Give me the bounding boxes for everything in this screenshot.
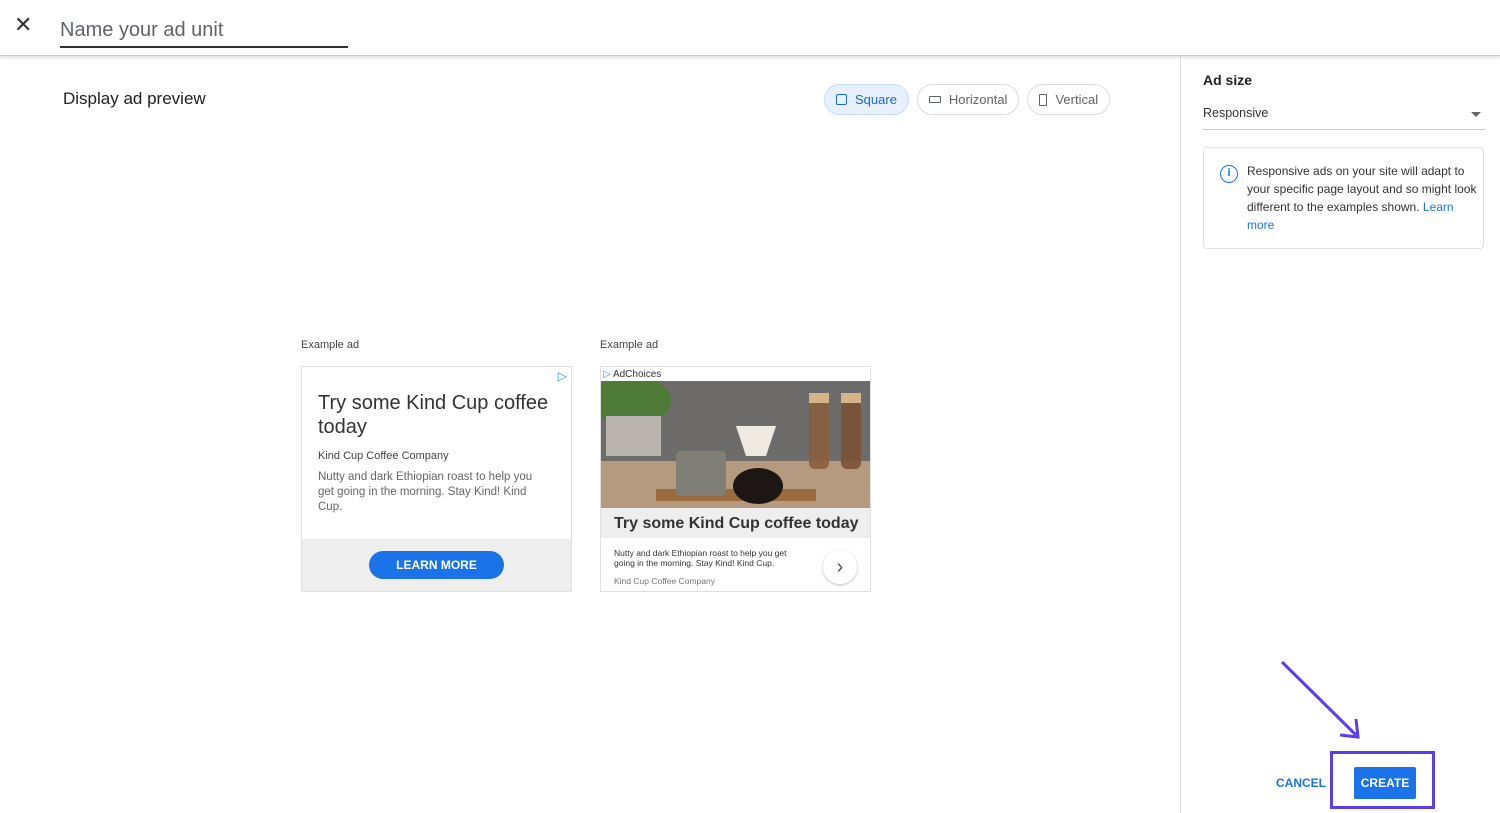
dropdown-arrow-icon [1471, 112, 1481, 117]
ad-unit-name-input[interactable] [60, 14, 348, 48]
ad-company: Kind Cup Coffee Company [614, 576, 715, 586]
horizontal-chip[interactable]: Horizontal [917, 84, 1020, 115]
example-ad-image: ▷ AdChoices Try some Kind Cup coffee tod… [600, 366, 871, 592]
ad-headline: Try some Kind Cup coffee today [601, 508, 871, 538]
ad-company: Kind Cup Coffee Company [318, 450, 449, 462]
adchoices-icon: ▷ [603, 369, 611, 380]
ad-size-value: Responsive [1203, 106, 1268, 129]
page-title: Display ad preview [63, 89, 206, 109]
chip-label: Horizontal [949, 92, 1008, 107]
adchoices-icon[interactable]: ▷ [558, 369, 567, 383]
adchoices-label: AdChoices [613, 369, 661, 380]
chip-label: Vertical [1055, 92, 1098, 107]
info-text: Responsive ads on your site will adapt t… [1247, 162, 1477, 234]
ad-headline: Try some Kind Cup coffee today [318, 391, 558, 439]
square-icon [836, 94, 847, 105]
adchoices[interactable]: ▷ AdChoices [603, 369, 661, 380]
cancel-button[interactable]: CANCEL [1276, 776, 1326, 790]
square-chip[interactable]: Square [824, 84, 909, 115]
example-ad-label: Example ad [301, 339, 359, 351]
ad-description: Nutty and dark Ethiopian roast to help y… [318, 470, 548, 515]
vertical-rect-icon [1039, 94, 1047, 106]
horizontal-rect-icon [929, 96, 941, 103]
example-ad-text: ▷ Try some Kind Cup coffee today Kind Cu… [301, 366, 572, 592]
shape-toggle: Square Horizontal Vertical [824, 84, 1110, 115]
ad-size-label: Ad size [1203, 72, 1252, 88]
learn-more-button[interactable]: LEARN MORE [369, 551, 504, 579]
ad-footer: LEARN MORE [302, 539, 571, 591]
info-box: i Responsive ads on your site will adapt… [1203, 147, 1484, 249]
chip-label: Square [855, 92, 897, 107]
coffee-photo [601, 381, 871, 508]
top-bar: ✕ [0, 0, 1500, 56]
vertical-chip[interactable]: Vertical [1027, 84, 1110, 115]
create-button[interactable]: CREATE [1354, 767, 1416, 799]
close-icon[interactable]: ✕ [14, 12, 32, 38]
info-icon: i [1220, 165, 1238, 183]
annotation-arrow-icon [1270, 655, 1370, 745]
ad-description: Nutty and dark Ethiopian roast to help y… [614, 548, 804, 568]
ad-size-select[interactable]: Responsive [1203, 106, 1485, 130]
chevron-right-icon[interactable]: › [823, 550, 857, 584]
example-ad-label: Example ad [600, 339, 658, 351]
